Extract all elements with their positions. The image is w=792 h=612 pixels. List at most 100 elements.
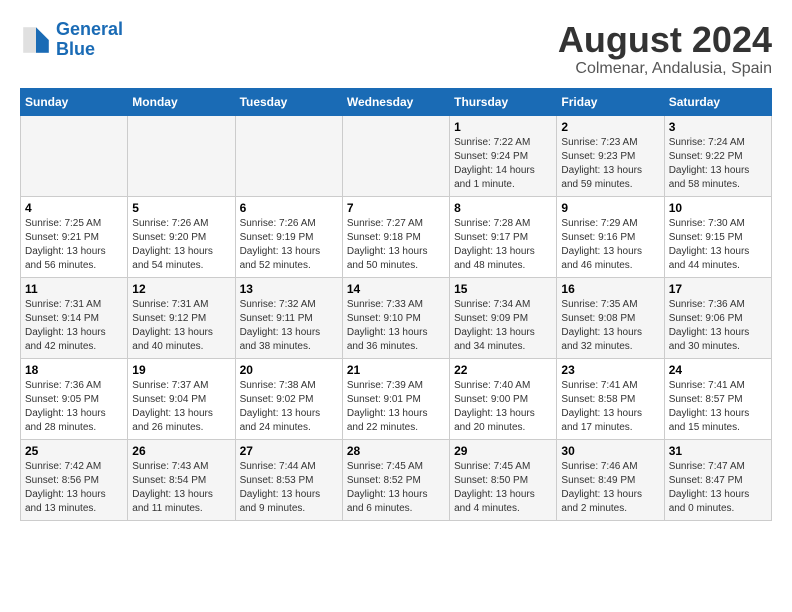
calendar-cell: 1 Sunrise: 7:22 AM Sunset: 9:24 PM Daylig…: [450, 115, 557, 196]
logo: General Blue: [20, 20, 123, 60]
calendar-cell: 30 Sunrise: 7:46 AM Sunset: 8:49 PM Dayli…: [557, 439, 664, 520]
day-info: Sunrise: 7:31 AM Sunset: 9:12 PM Dayligh…: [132, 298, 230, 354]
weekday-header-sunday: Sunday: [21, 88, 128, 115]
day-info: Sunrise: 7:24 AM Sunset: 9:22 PM Dayligh…: [669, 136, 767, 192]
calendar-cell: 3Sunrise: 7:24 AM Sunset: 9:22 PM Daylig…: [664, 115, 771, 196]
calendar-cell: 23 Sunrise: 7:41 AM Sunset: 8:58 PM Dayli…: [557, 358, 664, 439]
day-info: Sunrise: 7:38 AM Sunset: 9:02 PM Dayligh…: [240, 379, 338, 435]
day-number: 13: [240, 282, 338, 296]
weekday-header-tuesday: Tuesday: [235, 88, 342, 115]
calendar-cell: 21 Sunrise: 7:39 AM Sunset: 9:01 PM Dayli…: [342, 358, 449, 439]
day-info: Sunrise: 7:39 AM Sunset: 9:01 PM Dayligh…: [347, 379, 445, 435]
calendar-week-2: 4 Sunrise: 7:25 AM Sunset: 9:21 PM Daylig…: [21, 196, 772, 277]
calendar-cell: 28 Sunrise: 7:45 AM Sunset: 8:52 PM Dayli…: [342, 439, 449, 520]
day-number: 9: [561, 201, 659, 215]
calendar-cell: 20 Sunrise: 7:38 AM Sunset: 9:02 PM Dayli…: [235, 358, 342, 439]
day-number: 27: [240, 444, 338, 458]
calendar-week-1: 1 Sunrise: 7:22 AM Sunset: 9:24 PM Daylig…: [21, 115, 772, 196]
day-info: Sunrise: 7:36 AM Sunset: 9:06 PM Dayligh…: [669, 298, 767, 354]
day-number: 21: [347, 363, 445, 377]
day-number: 5: [132, 201, 230, 215]
day-number: 2: [561, 120, 659, 134]
weekday-header-saturday: Saturday: [664, 88, 771, 115]
day-number: 18: [25, 363, 123, 377]
day-info: Sunrise: 7:36 AM Sunset: 9:05 PM Dayligh…: [25, 379, 123, 435]
day-number: 11: [25, 282, 123, 296]
day-number: 1: [454, 120, 552, 134]
page-subtitle: Colmenar, Andalusia, Spain: [558, 60, 772, 78]
day-info: Sunrise: 7:46 AM Sunset: 8:49 PM Dayligh…: [561, 460, 659, 516]
calendar-cell: 22Sunrise: 7:40 AM Sunset: 9:00 PM Dayli…: [450, 358, 557, 439]
calendar-cell: [21, 115, 128, 196]
day-info: Sunrise: 7:37 AM Sunset: 9:04 PM Dayligh…: [132, 379, 230, 435]
day-info: Sunrise: 7:42 AM Sunset: 8:56 PM Dayligh…: [25, 460, 123, 516]
calendar-cell: 5Sunrise: 7:26 AM Sunset: 9:20 PM Daylig…: [128, 196, 235, 277]
day-info: Sunrise: 7:29 AM Sunset: 9:16 PM Dayligh…: [561, 217, 659, 273]
calendar-cell: 19Sunrise: 7:37 AM Sunset: 9:04 PM Dayli…: [128, 358, 235, 439]
day-info: Sunrise: 7:31 AM Sunset: 9:14 PM Dayligh…: [25, 298, 123, 354]
calendar-cell: 9 Sunrise: 7:29 AM Sunset: 9:16 PM Daylig…: [557, 196, 664, 277]
page-title: August 2024: [558, 20, 772, 60]
calendar-cell: 2Sunrise: 7:23 AM Sunset: 9:23 PM Daylig…: [557, 115, 664, 196]
day-number: 30: [561, 444, 659, 458]
day-number: 7: [347, 201, 445, 215]
calendar-cell: 11 Sunrise: 7:31 AM Sunset: 9:14 PM Dayli…: [21, 277, 128, 358]
calendar-cell: 14Sunrise: 7:33 AM Sunset: 9:10 PM Dayli…: [342, 277, 449, 358]
calendar-cell: [342, 115, 449, 196]
day-info: Sunrise: 7:43 AM Sunset: 8:54 PM Dayligh…: [132, 460, 230, 516]
calendar-cell: 31 Sunrise: 7:47 AM Sunset: 8:47 PM Dayli…: [664, 439, 771, 520]
calendar-cell: 27 Sunrise: 7:44 AM Sunset: 8:53 PM Dayli…: [235, 439, 342, 520]
calendar-cell: 24Sunrise: 7:41 AM Sunset: 8:57 PM Dayli…: [664, 358, 771, 439]
day-number: 31: [669, 444, 767, 458]
calendar-cell: 4 Sunrise: 7:25 AM Sunset: 9:21 PM Daylig…: [21, 196, 128, 277]
logo-text: General Blue: [56, 20, 123, 60]
logo-line2: Blue: [56, 39, 95, 59]
day-info: Sunrise: 7:47 AM Sunset: 8:47 PM Dayligh…: [669, 460, 767, 516]
calendar-table: SundayMondayTuesdayWednesdayThursdayFrid…: [20, 88, 772, 521]
day-info: Sunrise: 7:45 AM Sunset: 8:52 PM Dayligh…: [347, 460, 445, 516]
title-section: August 2024 Colmenar, Andalusia, Spain: [558, 20, 772, 78]
day-number: 22: [454, 363, 552, 377]
day-info: Sunrise: 7:30 AM Sunset: 9:15 PM Dayligh…: [669, 217, 767, 273]
day-number: 28: [347, 444, 445, 458]
day-number: 23: [561, 363, 659, 377]
calendar-cell: 6 Sunrise: 7:26 AM Sunset: 9:19 PM Daylig…: [235, 196, 342, 277]
weekday-header-monday: Monday: [128, 88, 235, 115]
day-info: Sunrise: 7:22 AM Sunset: 9:24 PM Dayligh…: [454, 136, 552, 192]
day-number: 15: [454, 282, 552, 296]
logo-line1: General: [56, 19, 123, 39]
day-number: 20: [240, 363, 338, 377]
weekday-header-row: SundayMondayTuesdayWednesdayThursdayFrid…: [21, 88, 772, 115]
calendar-cell: 13 Sunrise: 7:32 AM Sunset: 9:11 PM Dayli…: [235, 277, 342, 358]
day-info: Sunrise: 7:32 AM Sunset: 9:11 PM Dayligh…: [240, 298, 338, 354]
calendar-week-4: 18 Sunrise: 7:36 AM Sunset: 9:05 PM Dayli…: [21, 358, 772, 439]
calendar-cell: 10 Sunrise: 7:30 AM Sunset: 9:15 PM Dayli…: [664, 196, 771, 277]
day-number: 10: [669, 201, 767, 215]
day-info: Sunrise: 7:28 AM Sunset: 9:17 PM Dayligh…: [454, 217, 552, 273]
calendar-cell: 18 Sunrise: 7:36 AM Sunset: 9:05 PM Dayli…: [21, 358, 128, 439]
calendar-cell: 15 Sunrise: 7:34 AM Sunset: 9:09 PM Dayli…: [450, 277, 557, 358]
day-number: 8: [454, 201, 552, 215]
weekday-header-wednesday: Wednesday: [342, 88, 449, 115]
day-number: 16: [561, 282, 659, 296]
calendar-cell: [128, 115, 235, 196]
day-info: Sunrise: 7:44 AM Sunset: 8:53 PM Dayligh…: [240, 460, 338, 516]
day-info: Sunrise: 7:25 AM Sunset: 9:21 PM Dayligh…: [25, 217, 123, 273]
day-number: 29: [454, 444, 552, 458]
logo-icon: [20, 24, 52, 56]
day-number: 14: [347, 282, 445, 296]
day-number: 4: [25, 201, 123, 215]
calendar-cell: 12Sunrise: 7:31 AM Sunset: 9:12 PM Dayli…: [128, 277, 235, 358]
header: General Blue August 2024 Colmenar, Andal…: [20, 20, 772, 78]
calendar-cell: 17Sunrise: 7:36 AM Sunset: 9:06 PM Dayli…: [664, 277, 771, 358]
day-number: 6: [240, 201, 338, 215]
calendar-cell: 29Sunrise: 7:45 AM Sunset: 8:50 PM Dayli…: [450, 439, 557, 520]
day-info: Sunrise: 7:34 AM Sunset: 9:09 PM Dayligh…: [454, 298, 552, 354]
day-info: Sunrise: 7:41 AM Sunset: 8:58 PM Dayligh…: [561, 379, 659, 435]
day-info: Sunrise: 7:41 AM Sunset: 8:57 PM Dayligh…: [669, 379, 767, 435]
calendar-cell: 26Sunrise: 7:43 AM Sunset: 8:54 PM Dayli…: [128, 439, 235, 520]
day-info: Sunrise: 7:35 AM Sunset: 9:08 PM Dayligh…: [561, 298, 659, 354]
calendar-cell: 25Sunrise: 7:42 AM Sunset: 8:56 PM Dayli…: [21, 439, 128, 520]
calendar-cell: [235, 115, 342, 196]
day-info: Sunrise: 7:26 AM Sunset: 9:19 PM Dayligh…: [240, 217, 338, 273]
